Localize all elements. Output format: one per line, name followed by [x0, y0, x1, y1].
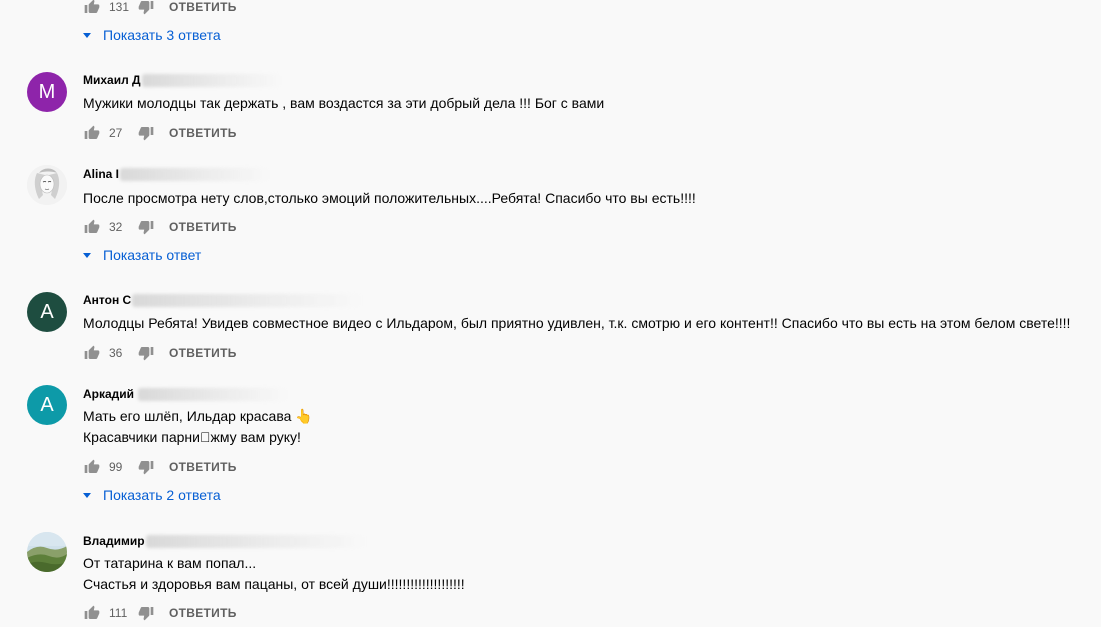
like-count: 27	[109, 126, 123, 140]
avatar-portrait-icon	[27, 165, 67, 205]
comment-actions: 111 ОТВЕТИТЬ	[83, 603, 237, 623]
like-icon[interactable]	[83, 604, 101, 622]
reply-button[interactable]: ОТВЕТИТЬ	[169, 346, 237, 360]
comment-actions: 32 ОТВЕТИТЬ	[83, 217, 237, 237]
like-count: 111	[109, 606, 128, 620]
reply-button[interactable]: ОТВЕТИТЬ	[169, 126, 237, 140]
dislike-icon[interactable]	[137, 0, 155, 16]
avatar-letter: M	[38, 80, 56, 103]
comment-actions: 36 ОТВЕТИТЬ	[83, 343, 237, 363]
redacted-blur	[138, 387, 289, 401]
comment-text: Мать его шлёп, Ильдар красава 👆 Красавчи…	[83, 406, 313, 448]
author-name[interactable]: Михаил Д	[83, 73, 141, 87]
show-replies-button[interactable]: Показать 3 ответа	[81, 25, 221, 45]
avatar-letter: A	[40, 300, 54, 323]
show-replies-label: Показать ответ	[103, 247, 202, 263]
like-icon[interactable]	[83, 0, 101, 16]
author-name[interactable]: Аркадий	[83, 387, 134, 401]
author-row: Михаил Д	[83, 71, 282, 89]
comment-text: После просмотра нету слов,столько эмоций…	[83, 188, 696, 209]
author-row: Alina I	[83, 165, 271, 183]
dislike-icon[interactable]	[137, 344, 155, 362]
reply-button[interactable]: ОТВЕТИТЬ	[169, 0, 237, 14]
top-comment-actions: 131 ОТВЕТИТЬ	[83, 0, 237, 17]
comment-actions: 27 ОТВЕТИТЬ	[83, 123, 237, 143]
comment-line: Мужики молодцы так держать , вам воздаст…	[83, 95, 605, 111]
dislike-icon[interactable]	[137, 124, 155, 142]
like-icon[interactable]	[83, 344, 101, 362]
author-name[interactable]: Alina I	[83, 167, 119, 181]
like-count: 99	[109, 460, 123, 474]
dislike-icon[interactable]	[137, 458, 155, 476]
author-row: Антон С	[83, 291, 363, 309]
avatar[interactable]	[27, 165, 67, 205]
avatar[interactable]: M	[27, 72, 67, 112]
reply-button[interactable]: ОТВЕТИТЬ	[169, 460, 237, 474]
avatar[interactable]	[27, 532, 67, 572]
comment-text: Мужики молодцы так держать , вам воздаст…	[83, 93, 604, 114]
caret-down-icon	[83, 492, 91, 498]
avatar-landscape-icon	[27, 532, 67, 572]
show-replies-button[interactable]: Показать ответ	[81, 245, 201, 265]
author-name[interactable]: Антон С	[83, 293, 131, 307]
reply-button[interactable]: ОТВЕТИТЬ	[169, 220, 237, 234]
comment-text: Молодцы Ребята! Увидев совместное видео …	[83, 313, 1070, 334]
like-count: 36	[109, 346, 123, 360]
author-row: Владимир	[83, 532, 366, 550]
like-icon[interactable]	[83, 218, 101, 236]
comment-line: Красавчики парни􀀀жму вам руку!	[83, 429, 301, 445]
author-name[interactable]: Владимир	[83, 534, 145, 548]
like-count: 131	[109, 0, 130, 14]
comment-line: От татарина к вам попал...	[83, 555, 257, 571]
comment-line: Мать его шлёп, Ильдар красава 👆	[83, 408, 313, 424]
show-replies-button[interactable]: Показать 2 ответа	[81, 485, 221, 505]
redacted-blur	[141, 73, 282, 87]
avatar[interactable]: A	[27, 292, 67, 332]
show-replies-label: Показать 2 ответа	[103, 487, 221, 503]
avatar[interactable]: A	[27, 385, 67, 425]
comment-line: Молодцы Ребята! Увидев совместное видео …	[83, 315, 1071, 331]
author-row: Аркадий	[83, 385, 289, 403]
like-count: 32	[109, 220, 123, 234]
dislike-icon[interactable]	[137, 604, 155, 622]
caret-down-icon	[83, 32, 91, 38]
comment-actions: 99 ОТВЕТИТЬ	[83, 457, 237, 477]
comment-line: Счастья и здоровья вам пацаны, от всей д…	[83, 576, 465, 592]
avatar-letter: A	[40, 393, 54, 416]
redacted-blur	[120, 167, 271, 181]
comment-text: От татарина к вам попал... Счастья и здо…	[83, 553, 465, 595]
dislike-icon[interactable]	[137, 218, 155, 236]
redacted-blur	[132, 293, 363, 307]
comment-line: После просмотра нету слов,столько эмоций…	[83, 190, 696, 206]
redacted-blur	[145, 534, 366, 548]
reply-button[interactable]: ОТВЕТИТЬ	[169, 606, 237, 620]
like-icon[interactable]	[83, 458, 101, 476]
like-icon[interactable]	[83, 124, 101, 142]
caret-down-icon	[83, 252, 91, 258]
show-replies-label: Показать 3 ответа	[103, 27, 221, 43]
